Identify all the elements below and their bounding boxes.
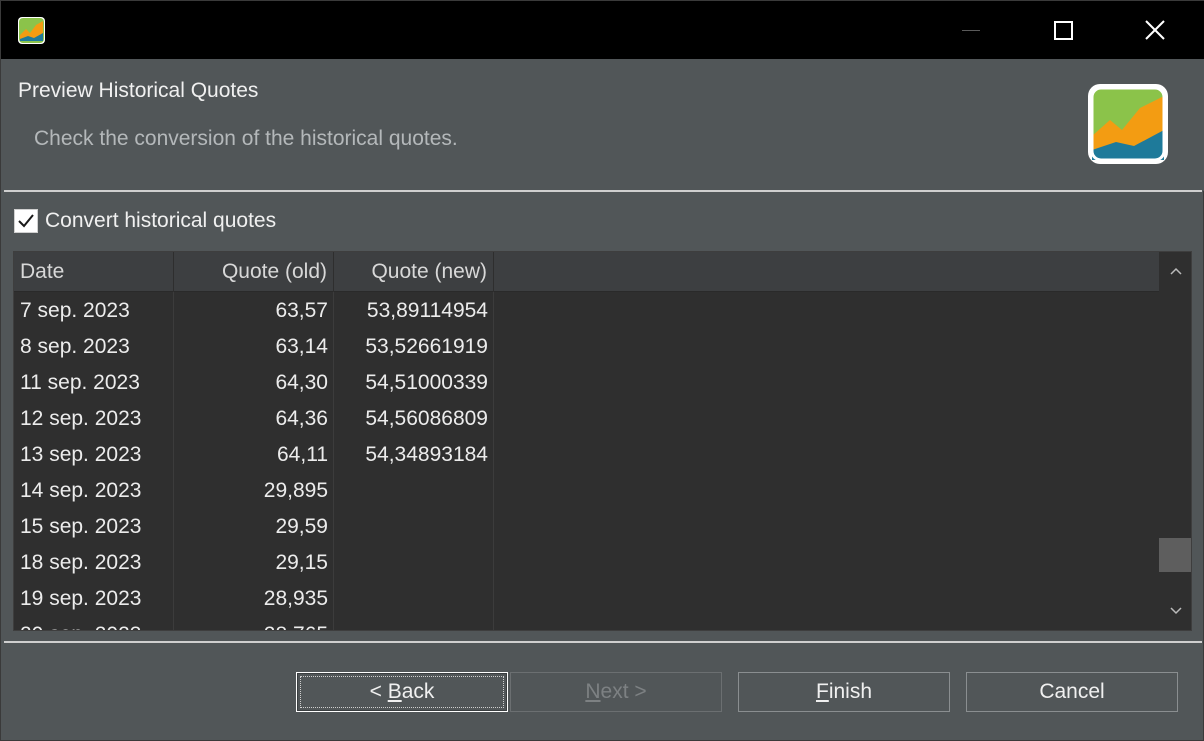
cell-quote-new xyxy=(334,617,494,630)
cell-quote-new: 54,34893184 xyxy=(365,443,488,466)
cell-quote-new: 54,51000339 xyxy=(365,371,488,394)
cell-date: 14 sep. 2023 xyxy=(20,479,142,502)
cell-quote-new xyxy=(334,545,494,581)
minimize-icon xyxy=(962,29,980,31)
page-description: Check the conversion of the historical q… xyxy=(34,127,458,150)
page-title: Preview Historical Quotes xyxy=(18,79,259,102)
cell-quote-old: 28,935 xyxy=(263,587,328,610)
checkmark-icon xyxy=(18,214,34,228)
table-body: 7 sep. 2023 63,57 53,89114954 8 sep. 2023 63… xyxy=(14,293,1159,630)
cell-quote-old: 29,15 xyxy=(275,551,328,574)
cell-quote-new: 53,89114954 xyxy=(366,299,488,322)
table-row[interactable]: 14 sep. 2023 29,895 xyxy=(14,473,1159,509)
finish-button-label: Finish xyxy=(815,680,873,703)
scroll-up-button[interactable] xyxy=(1159,256,1191,286)
table-row[interactable]: 20 sep. 202328,765 xyxy=(14,617,1159,630)
table-header: Date Quote (old) Quote (new) xyxy=(14,252,1159,292)
cell-quote-old: 64,11 xyxy=(277,443,328,466)
cell-date: 11 sep. 2023 xyxy=(20,371,140,394)
cell-quote-new xyxy=(334,509,494,545)
footer-separator xyxy=(4,641,1202,643)
table-row[interactable]: 11 sep. 2023 64,30 54,51000339 xyxy=(14,365,1159,401)
cell-quote-old: 64,30 xyxy=(275,371,328,394)
table-row[interactable]: 13 sep. 2023 64,11 54,34893184 xyxy=(14,437,1159,473)
cancel-button[interactable]: Cancel xyxy=(966,672,1178,712)
cell-date: 18 sep. 2023 xyxy=(20,551,142,574)
vertical-scrollbar[interactable] xyxy=(1159,252,1191,630)
table-row[interactable]: 7 sep. 2023 63,57 53,89114954 xyxy=(14,293,1159,329)
quotes-table: Date Quote (old) Quote (new) 7 sep. 2023… xyxy=(13,251,1192,631)
column-header-quote-old[interactable]: Quote (old) xyxy=(174,252,334,292)
portfolio-chart-icon xyxy=(18,17,45,44)
cell-date: 20 sep. 2023 xyxy=(14,617,174,630)
cell-quote-old: 28,765 xyxy=(174,617,334,630)
next-button[interactable]: Next > xyxy=(510,672,722,712)
convert-quotes-label: Convert historical quotes xyxy=(45,209,277,232)
wizard-header: Preview Historical Quotes Check the conv… xyxy=(1,59,1204,191)
column-header-quote-new[interactable]: Quote (new) xyxy=(334,252,494,292)
maximize-button[interactable] xyxy=(1017,1,1109,59)
cell-date: 7 sep. 2023 xyxy=(20,299,130,322)
wizard-window: Preview Historical Quotes Check the conv… xyxy=(0,0,1204,741)
finish-button[interactable]: Finish xyxy=(738,672,950,712)
table-row[interactable]: 18 sep. 2023 29,15 xyxy=(14,545,1159,581)
portfolio-chart-logo xyxy=(1088,84,1168,164)
table-row[interactable]: 19 sep. 2023 28,935 xyxy=(14,581,1159,617)
convert-quotes-checkbox[interactable] xyxy=(14,209,38,233)
title-bar xyxy=(1,1,1204,59)
chevron-up-icon xyxy=(1169,267,1182,275)
scroll-down-button[interactable] xyxy=(1159,596,1191,626)
cell-quote-new: 54,56086809 xyxy=(365,407,488,430)
cell-date: 13 sep. 2023 xyxy=(20,443,142,466)
cancel-button-label: Cancel xyxy=(1039,680,1105,703)
cell-quote-old: 29,895 xyxy=(263,479,328,502)
scrollbar-thumb[interactable] xyxy=(1159,538,1191,572)
focus-ring xyxy=(300,676,504,708)
next-button-label: Next > xyxy=(585,680,647,703)
cell-date: 19 sep. 2023 xyxy=(20,587,142,610)
table-row[interactable]: 12 sep. 2023 64,36 54,56086809 xyxy=(14,401,1159,437)
cell-date: 15 sep. 2023 xyxy=(20,515,142,538)
close-button[interactable] xyxy=(1109,1,1201,59)
minimize-button[interactable] xyxy=(925,1,1017,59)
maximize-icon xyxy=(1053,20,1073,40)
convert-quotes-option[interactable]: Convert historical quotes xyxy=(14,206,276,236)
cell-quote-old: 64,36 xyxy=(275,407,328,430)
cell-quote-new: 53,52661919 xyxy=(365,335,488,358)
cell-quote-old: 63,57 xyxy=(275,299,328,322)
cell-quote-new xyxy=(334,581,494,617)
cell-date: 8 sep. 2023 xyxy=(20,335,130,358)
table-row[interactable]: 8 sep. 2023 63,14 53,52661919 xyxy=(14,329,1159,365)
column-header-date[interactable]: Date xyxy=(14,252,174,292)
cell-quote-old: 29,59 xyxy=(275,515,328,538)
back-button[interactable]: < Back xyxy=(296,672,508,712)
cell-date: 12 sep. 2023 xyxy=(20,407,142,430)
cell-quote-new xyxy=(334,473,494,509)
table-row[interactable]: 15 sep. 2023 29,59 xyxy=(14,509,1159,545)
chevron-down-icon xyxy=(1169,607,1182,615)
header-separator xyxy=(4,190,1202,192)
cell-quote-old: 63,14 xyxy=(275,335,328,358)
close-icon xyxy=(1145,20,1165,40)
